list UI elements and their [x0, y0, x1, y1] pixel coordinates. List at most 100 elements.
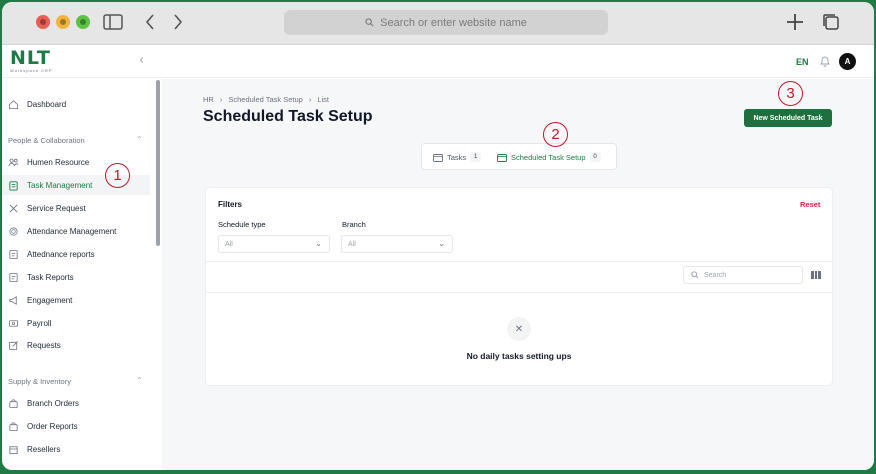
- sidebar-scrollbar[interactable]: [156, 80, 160, 246]
- report-icon: [9, 249, 18, 259]
- filters-card: Filters Reset Schedule type All ⌄ Branch…: [205, 187, 833, 386]
- clipboard-icon: [9, 180, 18, 191]
- sidebar-item-label: Attednance reports: [27, 249, 95, 259]
- bag-icon: [9, 421, 18, 431]
- store-icon: [9, 445, 18, 454]
- sidebar-item-attendance-management[interactable]: Attendance Management: [2, 221, 150, 241]
- sidebar-item-label: Task Reports: [27, 272, 74, 282]
- tab-bar: Tasks 1 Scheduled Task Setup 0: [421, 143, 617, 170]
- sidebar-item-label: Order Reports: [27, 421, 78, 431]
- tab-label: Tasks: [447, 152, 467, 162]
- folder-icon: [433, 153, 443, 162]
- sidebar-item-label: Branch Orders: [27, 398, 80, 408]
- sidebar-item-payroll[interactable]: Payroll: [2, 313, 150, 333]
- close-window-button[interactable]: [36, 15, 50, 29]
- folder-icon: [497, 153, 507, 162]
- tab-label: Scheduled Task Setup: [511, 152, 586, 162]
- people-icon: [8, 158, 19, 166]
- language-switcher[interactable]: EN: [796, 57, 809, 67]
- sidebar-toggle-icon[interactable]: [103, 14, 123, 30]
- breadcrumb-hr[interactable]: HR: [203, 95, 214, 104]
- section-supply-inventory: Supply & Inventory: [8, 377, 71, 386]
- sidebar-item-service-request[interactable]: Service Request: [2, 198, 150, 218]
- logo[interactable]: NLT Workspace CRP: [10, 48, 53, 73]
- sidebar-item-dashboard[interactable]: Dashboard: [2, 94, 150, 114]
- megaphone-icon: [9, 295, 17, 305]
- edit-icon: [8, 340, 18, 350]
- branch-select[interactable]: All ⌄: [341, 235, 453, 253]
- search-icon: [691, 271, 699, 279]
- sidebar-item-task-reports[interactable]: Task Reports: [2, 267, 150, 287]
- sidebar-item-resellers[interactable]: Resellers: [2, 439, 150, 459]
- sidebar-item-label: Requests: [27, 340, 61, 350]
- select-value: All: [225, 240, 233, 248]
- divider: [206, 261, 832, 262]
- address-bar-placeholder: Search or enter website name: [380, 16, 527, 29]
- sidebar-item-label: Humen Resource: [27, 157, 90, 167]
- browser-window: Search or enter website name NLT Workspa…: [2, 2, 874, 470]
- empty-state-message: No daily tasks setting ups: [466, 351, 572, 361]
- fingerprint-icon: [9, 226, 18, 236]
- breadcrumb-scheduled-task-setup[interactable]: Scheduled Task Setup: [228, 95, 303, 104]
- sidebar-item-engagement[interactable]: Engagement: [2, 290, 150, 310]
- browser-toolbar: Search or enter website name: [2, 2, 874, 45]
- forward-arrow-icon[interactable]: [173, 14, 183, 30]
- breadcrumb: HR › Scheduled Task Setup › List: [203, 95, 329, 104]
- money-icon: [8, 319, 19, 327]
- logo-subtext: Workspace CRP: [10, 68, 53, 73]
- report-icon: [9, 272, 18, 282]
- annotation-marker-1: 1: [105, 163, 130, 188]
- sidebar-item-label: Dashboard: [27, 99, 67, 109]
- breadcrumb-list: List: [317, 95, 330, 104]
- breadcrumb-separator-icon: ›: [308, 95, 312, 104]
- bag-icon: [9, 398, 18, 408]
- chevron-down-icon: ⌄: [438, 239, 445, 248]
- sidebar-item-order-reports[interactable]: Order Reports: [2, 416, 150, 436]
- reset-button[interactable]: Reset: [800, 200, 820, 209]
- select-value: All: [348, 240, 356, 248]
- breadcrumb-separator-icon: ›: [219, 95, 223, 104]
- page-title: Scheduled Task Setup: [203, 108, 373, 125]
- tab-scheduled-task-setup[interactable]: Scheduled Task Setup 0: [497, 150, 601, 164]
- search-placeholder: Search: [704, 271, 727, 279]
- chevron-down-icon: ⌄: [315, 239, 322, 248]
- sidebar-item-label: Service Request: [27, 203, 86, 213]
- address-bar[interactable]: Search or enter website name: [284, 10, 608, 35]
- sidebar-item-attendance-reports[interactable]: Attednance reports: [2, 244, 150, 264]
- bell-icon[interactable]: [819, 55, 831, 67]
- sidebar-item-branch-orders[interactable]: Branch Orders: [2, 393, 150, 413]
- count-badge: 0: [589, 152, 601, 162]
- tab-tasks[interactable]: Tasks 1: [433, 150, 482, 164]
- home-icon: [8, 99, 19, 109]
- sidebar-item-requests[interactable]: Requests: [2, 335, 150, 355]
- schedule-type-select[interactable]: All ⌄: [218, 235, 330, 253]
- sidebar-item-label: Payroll: [27, 318, 52, 328]
- sidebar-item-label: Resellers: [27, 444, 61, 454]
- new-scheduled-task-button[interactable]: New Scheduled Task: [744, 109, 832, 127]
- new-tab-plus-icon[interactable]: [786, 13, 804, 31]
- empty-state-close-icon: ✕: [507, 317, 531, 341]
- annotation-marker-3: 3: [778, 81, 803, 106]
- zoom-window-button[interactable]: [76, 15, 90, 29]
- sidebar-item-label: Task Management: [27, 180, 93, 190]
- chevron-up-icon[interactable]: ⌃: [136, 376, 143, 385]
- schedule-type-label: Schedule type: [218, 220, 266, 229]
- section-people-collaboration: People & Collaboration: [8, 136, 85, 145]
- sidebar-item-label: Engagement: [27, 295, 73, 305]
- logo-mark: NLT: [10, 47, 51, 69]
- chevron-up-icon[interactable]: ⌃: [136, 135, 143, 144]
- divider: [206, 292, 832, 293]
- branch-label: Branch: [342, 220, 366, 229]
- collapse-sidebar-icon[interactable]: ‹: [139, 53, 144, 68]
- avatar[interactable]: A: [839, 53, 856, 70]
- search-icon: [365, 18, 374, 27]
- app-header: NLT Workspace CRP ‹ EN A: [2, 46, 874, 78]
- count-badge: 1: [470, 152, 482, 162]
- minimize-window-button[interactable]: [56, 15, 70, 29]
- columns-icon[interactable]: [811, 271, 822, 279]
- back-arrow-icon[interactable]: [145, 14, 155, 30]
- tab-overview-icon[interactable]: [822, 13, 840, 31]
- sidebar: Dashboard People & Collaboration ⌃ Humen…: [2, 79, 158, 470]
- search-input[interactable]: Search: [683, 266, 803, 284]
- tools-icon: [9, 204, 18, 212]
